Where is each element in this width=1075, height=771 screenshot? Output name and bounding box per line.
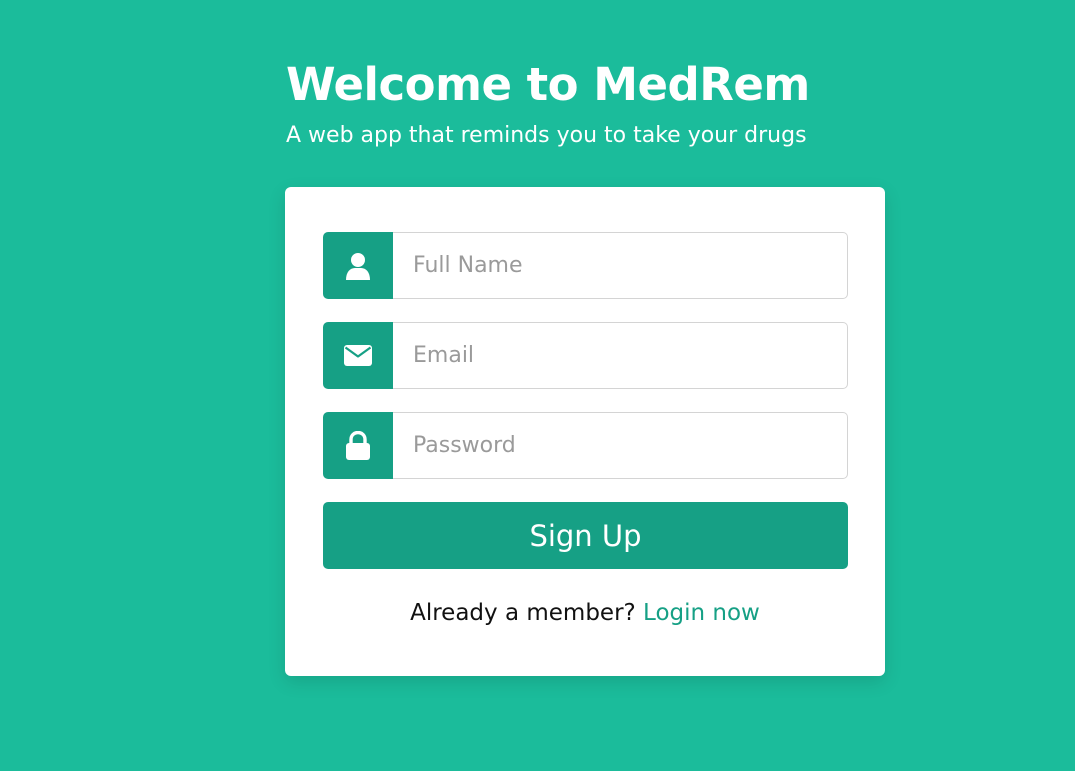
login-now-link[interactable]: Login now bbox=[643, 600, 760, 626]
password-field bbox=[323, 412, 848, 479]
page-subtitle: A web app that reminds you to take your … bbox=[286, 123, 807, 148]
full-name-field bbox=[323, 232, 848, 299]
password-input[interactable] bbox=[393, 412, 848, 479]
envelope-icon bbox=[323, 322, 393, 389]
user-icon bbox=[323, 232, 393, 299]
page-header: Welcome to MedRem A web app that reminds… bbox=[286, 56, 986, 154]
lock-icon bbox=[323, 412, 393, 479]
sign-up-button[interactable]: Sign Up bbox=[323, 502, 848, 569]
full-name-input[interactable] bbox=[393, 232, 848, 299]
login-prompt: Already a member? Login now bbox=[285, 600, 885, 626]
login-prompt-text: Already a member? bbox=[410, 600, 636, 626]
page-title: Welcome to MedRem bbox=[286, 58, 810, 111]
email-input[interactable] bbox=[393, 322, 848, 389]
email-field bbox=[323, 322, 848, 389]
signup-card: Sign Up Already a member? Login now bbox=[285, 187, 885, 676]
